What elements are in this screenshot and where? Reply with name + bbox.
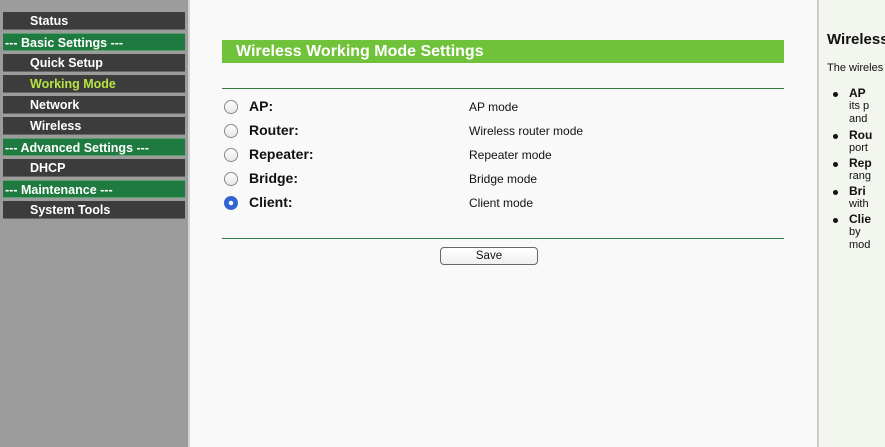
sidebar-item-working-mode[interactable]: Working Mode [3, 75, 185, 93]
save-button[interactable]: Save [440, 247, 538, 265]
help-item-line: mod [849, 239, 871, 251]
repeater-radio[interactable] [224, 148, 238, 162]
mode-row-client: Client: Client mode [222, 193, 784, 217]
bridge-label: Bridge: [249, 170, 298, 186]
help-item-line: and [849, 113, 868, 125]
client-radio[interactable] [224, 196, 238, 210]
sidebar-group-advanced-settings[interactable]: --- Advanced Settings --- [3, 138, 185, 156]
help-title: Wireless [827, 31, 885, 48]
bullet-icon [833, 92, 838, 97]
help-panel: Wireless The wireles AP its p and Rou po… [818, 0, 885, 447]
bridge-description: Bridge mode [469, 172, 538, 186]
ap-radio[interactable] [224, 100, 238, 114]
router-label: Router: [249, 122, 299, 138]
help-item-client: Clie by mod [833, 212, 872, 252]
main-panel: Wireless Working Mode Settings AP: AP mo… [188, 0, 818, 447]
mode-row-bridge: Bridge: Bridge mode [222, 169, 784, 193]
help-item-repeater: Rep rang [833, 156, 872, 183]
sidebar-group-maintenance[interactable]: --- Maintenance --- [3, 180, 185, 198]
help-item-line: port [849, 142, 868, 154]
router-description: Wireless router mode [469, 124, 584, 138]
sidebar-group-basic-settings[interactable]: --- Basic Settings --- [3, 33, 185, 51]
mode-row-repeater: Repeater: Repeater mode [222, 145, 784, 169]
sidebar-menu: Status --- Basic Settings --- Quick Setu… [0, 0, 188, 447]
mode-row-router: Router: Wireless router mode [222, 121, 784, 145]
bridge-radio[interactable] [224, 172, 238, 186]
client-description: Client mode [469, 196, 534, 210]
client-label: Client: [249, 194, 293, 210]
help-item-ap: AP its p and [833, 86, 870, 126]
sidebar-item-wireless[interactable]: Wireless [3, 117, 185, 135]
bottom-divider [222, 238, 784, 239]
help-item-head: Clie [849, 212, 872, 226]
help-item-router: Rou port [833, 128, 873, 155]
sidebar-item-dhcp[interactable]: DHCP [3, 159, 185, 177]
help-item-line: rang [849, 170, 872, 182]
sidebar-item-system-tools[interactable]: System Tools [3, 201, 185, 219]
page-title: Wireless Working Mode Settings [222, 40, 784, 63]
help-item-head: AP [849, 86, 866, 100]
help-item-line: with [849, 198, 869, 210]
top-divider [222, 88, 784, 89]
help-intro: The wireles [827, 62, 884, 74]
router-radio[interactable] [224, 124, 238, 138]
ap-label: AP: [249, 98, 274, 114]
help-item-head: Bri [849, 184, 866, 198]
help-item-line: its p [849, 100, 870, 112]
help-item-head: Rou [849, 128, 873, 142]
help-item-bridge: Bri with [833, 184, 869, 211]
repeater-label: Repeater: [249, 146, 314, 162]
ap-description: AP mode [469, 100, 519, 114]
sidebar-item-network[interactable]: Network [3, 96, 185, 114]
sidebar-item-status[interactable]: Status [3, 12, 185, 30]
repeater-description: Repeater mode [469, 148, 552, 162]
bullet-icon [833, 162, 838, 167]
mode-row-ap: AP: AP mode [222, 97, 784, 121]
bullet-icon [833, 218, 838, 223]
help-item-line: by [849, 226, 861, 238]
help-item-head: Rep [849, 156, 872, 170]
bullet-icon [833, 190, 838, 195]
sidebar-item-quick-setup[interactable]: Quick Setup [3, 54, 185, 72]
bullet-icon [833, 134, 838, 139]
